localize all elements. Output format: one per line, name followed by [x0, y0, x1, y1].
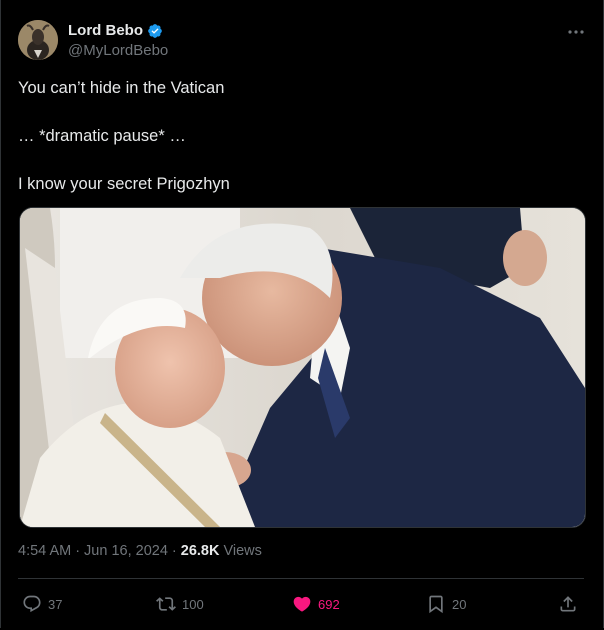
tweet-line: I know your secret Prigozhyn — [18, 175, 230, 193]
heart-filled-icon — [293, 596, 311, 612]
like-count: 692 — [318, 596, 340, 612]
repost-count: 100 — [182, 596, 204, 612]
photo-image-icon — [20, 208, 585, 527]
meta-separator: · — [171, 543, 177, 559]
bookmark-icon — [429, 595, 443, 614]
more-options-icon[interactable] — [566, 22, 586, 42]
share-icon — [560, 596, 576, 612]
bookmark-button[interactable]: 20 — [426, 590, 466, 618]
share-button[interactable] — [558, 590, 578, 618]
tweet-text: You can’t hide in the Vatican … *dramati… — [18, 76, 584, 220]
repost-icon — [156, 597, 176, 611]
divider — [18, 578, 584, 579]
author-handle[interactable]: @MyLordBebo — [68, 42, 168, 59]
bookmark-count: 20 — [452, 596, 467, 612]
reply-count: 37 — [48, 596, 63, 612]
meta-separator: · — [75, 543, 81, 559]
views-count[interactable]: 26.8K — [181, 543, 220, 559]
reply-button[interactable]: 37 — [22, 590, 62, 618]
display-name[interactable]: Lord Bebo — [68, 22, 143, 39]
action-bar: 37 100 692 20 — [18, 590, 584, 618]
avatar[interactable] — [18, 20, 58, 60]
repost-button[interactable]: 100 — [156, 590, 204, 618]
goat-avatar-icon — [18, 20, 58, 60]
like-button[interactable]: 692 — [292, 590, 340, 618]
verified-badge-icon — [148, 23, 162, 38]
tweet-line: … *dramatic pause* … — [18, 127, 186, 145]
tweet-date[interactable]: Jun 16, 2024 — [84, 543, 168, 559]
tweet-meta: 4:54 AM · Jun 16, 2024 · 26.8K Views — [18, 543, 262, 559]
tweet-photo[interactable] — [19, 207, 586, 528]
tweet-line: You can’t hide in the Vatican — [18, 79, 225, 97]
views-label: Views — [223, 543, 262, 559]
author-name-row[interactable]: Lord Bebo — [68, 22, 163, 39]
tweet-time[interactable]: 4:54 AM — [18, 543, 71, 559]
reply-icon — [23, 595, 41, 613]
